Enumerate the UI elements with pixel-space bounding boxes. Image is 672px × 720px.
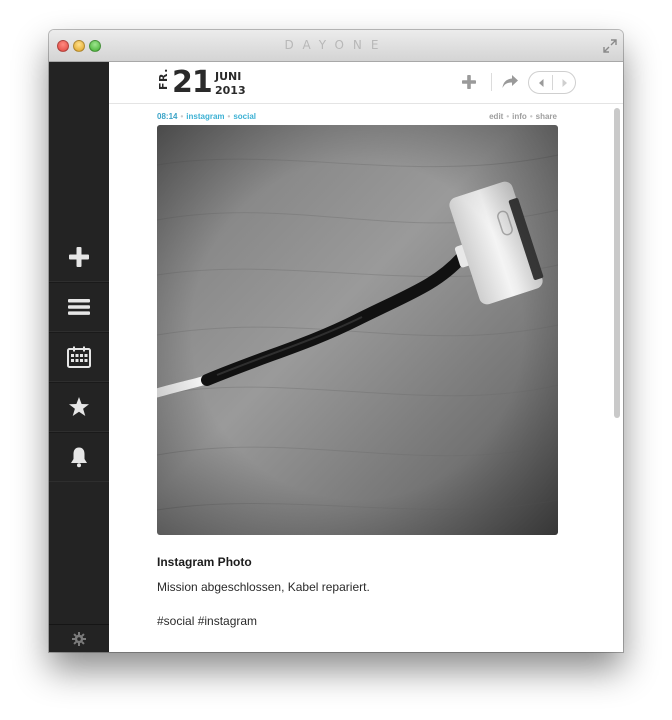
tag-link[interactable]: instagram [186,112,224,121]
gear-icon [72,631,86,646]
tag-link[interactable]: social [233,112,256,121]
sidebar-item-timeline[interactable] [49,282,109,332]
calendar-icon [67,346,91,368]
entry-photo[interactable] [157,125,558,535]
sidebar-item-reminders[interactable] [49,432,109,482]
entry-header: FR. 21 JUNI 2013 [109,62,623,104]
separator-dot: • [506,112,510,121]
settings-button[interactable] [49,624,109,652]
day-number: 21 [172,65,213,100]
add-entry-button[interactable] [461,74,477,90]
app-window: DAYONE FR. 21 JUNI 2013 08:14 • instagra… [49,30,623,652]
edit-link[interactable]: edit [489,112,503,121]
header-divider [491,73,492,91]
sidebar-item-calendar[interactable] [49,332,109,382]
entry-tags: #social #instagram [157,614,258,628]
window-title: DAYONE [284,38,388,52]
chevron-right-icon [562,78,567,87]
entry-title: Instagram Photo [157,555,252,569]
sidebar [49,62,109,652]
month: JUNI [215,70,242,83]
share-arrow-icon[interactable] [501,74,519,90]
entry-meta: 08:14 • instagram • social [157,112,256,121]
next-entry-button[interactable] [553,72,576,93]
title-bar: DAYONE [49,30,623,62]
sidebar-item-starred[interactable] [49,382,109,432]
year: 2013 [215,84,246,97]
bell-icon [71,447,87,468]
previous-entry-button[interactable] [529,72,552,93]
chevron-left-icon [538,78,543,87]
day-of-week: FR. [157,68,170,90]
fullscreen-icon[interactable] [603,39,617,53]
separator-dot: • [227,112,231,121]
sidebar-item-new-entry[interactable] [49,232,109,282]
info-link[interactable]: info [512,112,527,121]
list-icon [68,299,90,315]
separator-dot: • [529,112,533,121]
scrollbar-thumb[interactable] [614,108,620,418]
entry-navigation [528,71,576,94]
scrollbar[interactable] [614,108,620,638]
entry-time: 08:14 [157,112,178,121]
entry-body: Mission abgeschlossen, Kabel repariert. [157,580,370,594]
plus-icon [69,246,89,267]
separator-dot: • [180,112,184,121]
star-icon [69,397,89,416]
entry-view: FR. 21 JUNI 2013 08:14 • instagram • soc… [109,62,623,652]
entry-actions: edit • info • share [489,112,557,121]
share-link[interactable]: share [536,112,557,121]
